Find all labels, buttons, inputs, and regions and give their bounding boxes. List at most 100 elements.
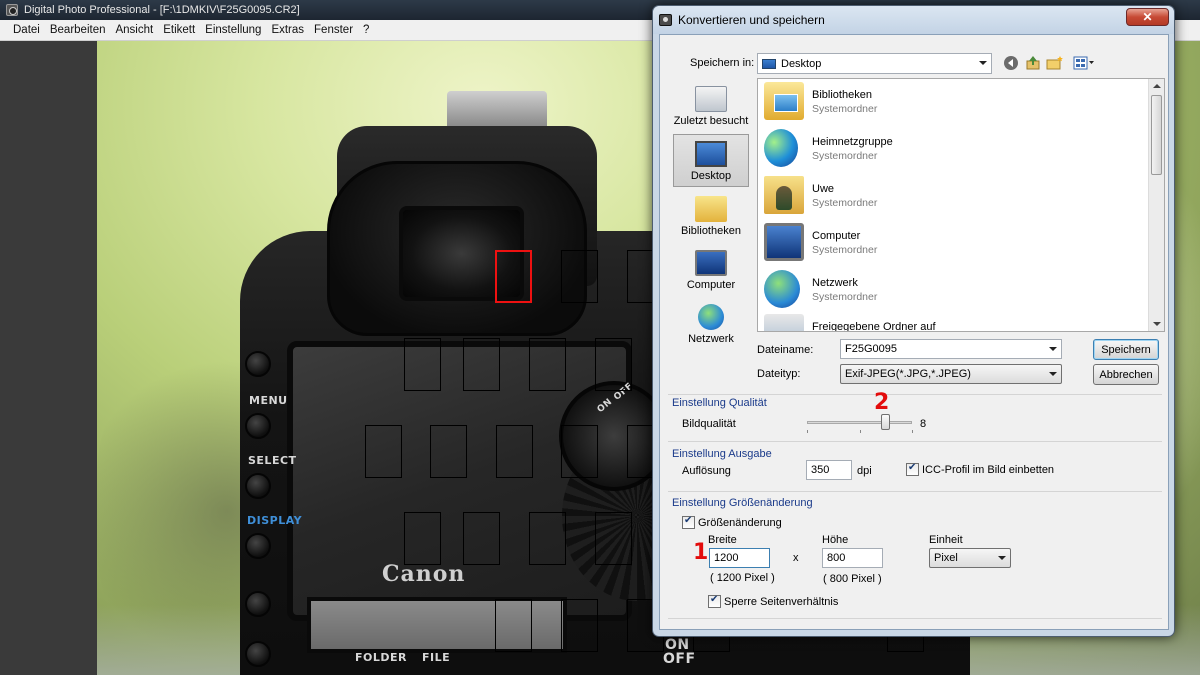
menu-ansicht[interactable]: Ansicht (110, 24, 158, 36)
dialog-title: Konvertieren und speichern (678, 13, 825, 27)
chevron-down-icon (1049, 372, 1057, 376)
height-input[interactable]: 800 (822, 548, 883, 568)
af-point[interactable] (496, 425, 533, 478)
scrollbar-thumb[interactable] (1151, 95, 1162, 175)
chevron-down-icon (979, 61, 987, 65)
save-in-dropdown[interactable]: Desktop (757, 53, 992, 74)
place-label: Bibliotheken (681, 225, 741, 237)
camera-button (245, 641, 271, 667)
new-folder-icon[interactable] (1046, 54, 1064, 72)
libraries-icon (764, 82, 804, 120)
cancel-button[interactable]: Abbrechen (1093, 364, 1159, 385)
af-point[interactable] (365, 425, 402, 478)
filetype-dropdown[interactable]: Exif-JPEG(*.JPG,*.JPEG) (840, 364, 1062, 384)
slider-tick (807, 430, 808, 433)
camera-button (245, 413, 271, 439)
af-point[interactable] (404, 338, 441, 391)
divider (668, 618, 1162, 619)
resize-checkbox[interactable] (682, 515, 695, 529)
dialog-titlebar[interactable]: Konvertieren und speichern (653, 6, 1174, 34)
af-point[interactable] (595, 338, 632, 391)
app-title: Digital Photo Professional - [F:\1DMKIV\… (24, 4, 300, 16)
menu-etikett[interactable]: Etikett (158, 24, 200, 36)
unit-dropdown[interactable]: Pixel (929, 548, 1011, 568)
list-item[interactable]: Uwe Systemordner (762, 173, 1142, 217)
place-desktop[interactable]: Desktop (673, 134, 749, 187)
cancel-button-label: Abbrechen (1099, 368, 1153, 381)
file-name: Bibliotheken (812, 89, 872, 101)
close-button[interactable]: ✕ (1126, 8, 1169, 26)
list-item[interactable]: Bibliotheken Systemordner (762, 79, 1142, 123)
quality-value: 8 (920, 418, 927, 430)
file-name: Computer (812, 230, 861, 242)
resize-group-title: Einstellung Größenänderung (672, 497, 813, 509)
resolution-input[interactable]: 350 (806, 460, 852, 480)
file-type: Systemordner (812, 291, 878, 303)
list-item[interactable]: Freigegebene Ordner auf (762, 311, 1142, 332)
convert-save-dialog: Konvertieren und speichern ✕ Speichern i… (652, 5, 1175, 637)
af-point[interactable] (595, 512, 632, 565)
af-point[interactable] (495, 599, 532, 652)
camera-app-icon (6, 4, 18, 16)
af-point[interactable] (529, 338, 566, 391)
camera-label-off-lower: OFF (663, 651, 696, 667)
af-point[interactable] (529, 512, 566, 565)
menu-einstellung[interactable]: Einstellung (200, 24, 266, 36)
file-name: Uwe (812, 183, 835, 195)
save-in-value: Desktop (781, 57, 822, 70)
af-point[interactable] (463, 338, 500, 391)
homegroup-icon (764, 129, 798, 167)
place-label: Zuletzt besucht (673, 115, 749, 127)
quality-slider-thumb[interactable] (881, 414, 890, 430)
af-point[interactable] (561, 425, 598, 478)
network-globe-icon (764, 270, 800, 308)
place-label: Desktop (690, 170, 732, 182)
libraries-icon (695, 196, 727, 222)
file-list[interactable]: Bibliotheken Systemordner Heimnetzgruppe… (757, 78, 1165, 332)
up-folder-icon[interactable] (1024, 54, 1042, 72)
lock-aspect-label: Sperre Seitenverhältnis (724, 596, 839, 608)
icc-profile-checkbox[interactable] (906, 462, 919, 476)
menu-extras[interactable]: Extras (266, 24, 309, 36)
file-name: Freigegebene Ordner auf (812, 321, 936, 332)
scroll-up-icon[interactable] (1153, 84, 1161, 88)
af-point-active[interactable] (495, 250, 532, 303)
divider (668, 394, 1162, 395)
quality-slider-track[interactable] (807, 421, 912, 424)
view-menu-icon[interactable] (1072, 54, 1096, 72)
width-pixel-readout: ( 1200 Pixel ) (710, 572, 775, 584)
place-recent[interactable]: Zuletzt besucht (673, 78, 749, 131)
filename-input[interactable]: F25G0095 (840, 339, 1062, 359)
camera-app-icon (659, 14, 672, 26)
menu-help[interactable]: ? (358, 24, 374, 36)
unit-label: Einheit (929, 534, 963, 546)
viewer-left-strip (0, 41, 97, 675)
width-input[interactable]: 1200 (709, 548, 770, 568)
menu-datei[interactable]: Datei (8, 24, 45, 36)
place-network[interactable]: Netzwerk (673, 296, 749, 349)
desktop-icon (762, 58, 776, 69)
lock-aspect-checkbox[interactable] (708, 594, 721, 608)
width-label: Breite (708, 534, 737, 546)
place-libraries[interactable]: Bibliotheken (673, 188, 749, 241)
list-item[interactable]: Netzwerk Systemordner (762, 267, 1142, 311)
af-point[interactable] (463, 512, 500, 565)
save-button[interactable]: Speichern (1093, 339, 1159, 360)
menu-bearbeiten[interactable]: Bearbeiten (45, 24, 111, 36)
list-item[interactable]: Heimnetzgruppe Systemordner (762, 126, 1142, 170)
back-icon[interactable] (1002, 54, 1020, 72)
file-list-scrollbar[interactable] (1148, 79, 1164, 331)
width-value: 1200 (714, 552, 739, 564)
desktop-icon (695, 141, 727, 167)
af-point[interactable] (561, 599, 598, 652)
list-item[interactable]: Computer Systemordner (762, 220, 1142, 264)
scroll-down-icon[interactable] (1153, 322, 1161, 326)
height-value: 800 (827, 552, 846, 564)
menu-fenster[interactable]: Fenster (309, 24, 358, 36)
af-point[interactable] (561, 250, 598, 303)
af-point[interactable] (430, 425, 467, 478)
file-name: Netzwerk (812, 277, 858, 289)
af-point[interactable] (404, 512, 441, 565)
place-computer[interactable]: Computer (673, 242, 749, 295)
resolution-label: Auflösung (682, 465, 731, 477)
